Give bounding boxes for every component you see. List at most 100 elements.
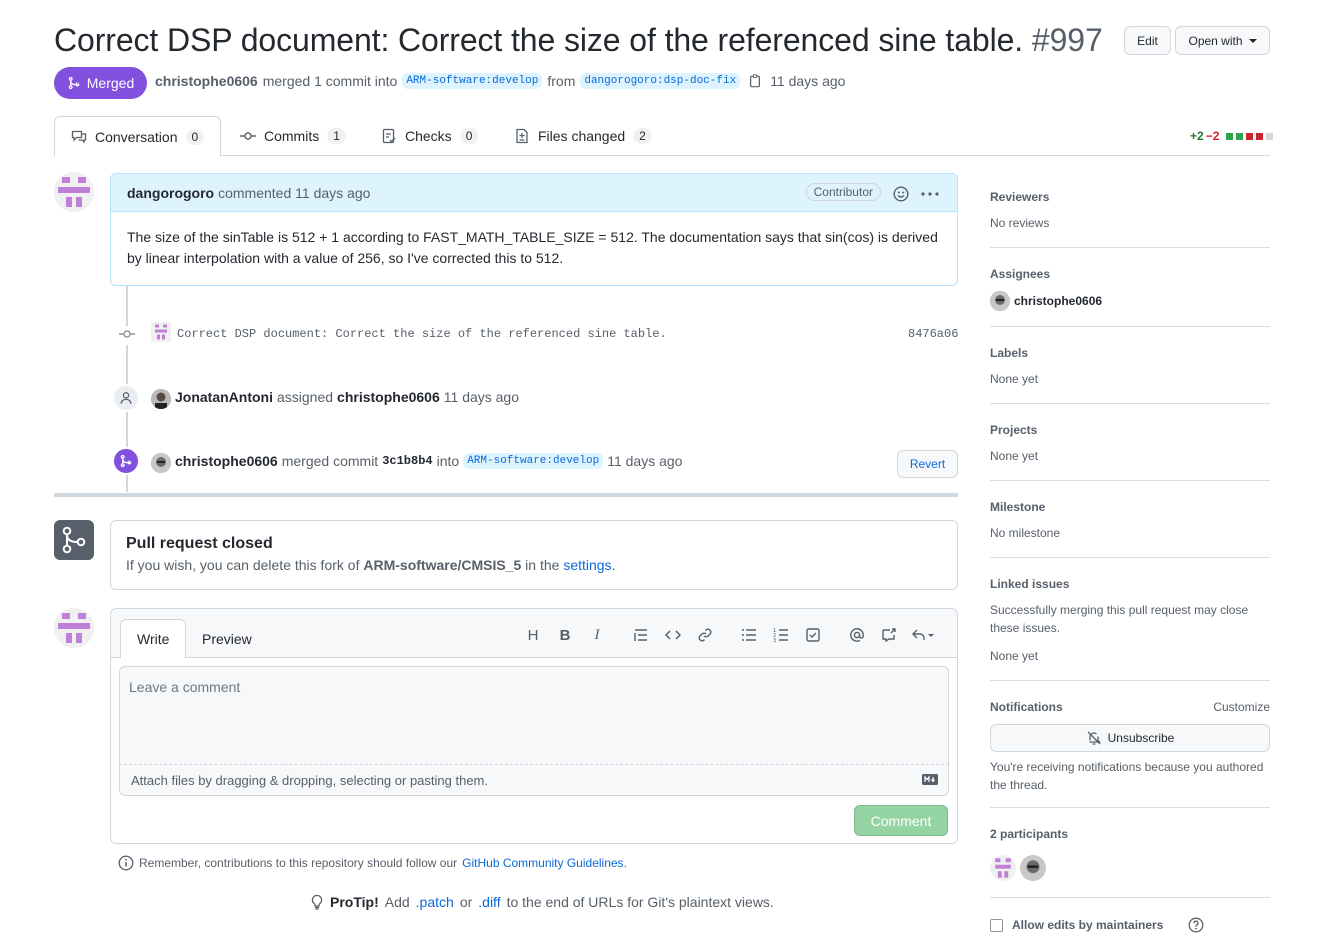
markdown-icon[interactable] <box>922 774 938 785</box>
quote-icon[interactable] <box>625 623 657 647</box>
revert-button[interactable]: Revert <box>897 450 958 478</box>
diffstat-block <box>1266 132 1274 140</box>
allow-edits-checkbox[interactable] <box>990 918 1003 932</box>
comment-header: dangorogoro commented 11 days ago Contri… <box>111 174 957 212</box>
diffstat: +2 −2 <box>1190 129 1274 143</box>
comment-textarea[interactable]: Leave a comment <box>119 666 949 765</box>
labels-value: None yet <box>990 372 1039 386</box>
diff-link[interactable]: .diff <box>478 894 500 910</box>
unordered-list-icon[interactable] <box>733 623 765 647</box>
head-branch[interactable]: dangorogoro:dsp-doc-fix <box>580 73 741 89</box>
edit-button[interactable]: Edit <box>1124 26 1171 55</box>
avatar-dangorogoro[interactable] <box>54 172 94 212</box>
sidebar-milestone[interactable]: Milestone No milestone <box>990 500 1270 542</box>
protip: ProTip! Add .patch or .diff to the end o… <box>310 894 774 910</box>
projects-value: None yet <box>990 449 1039 463</box>
labels-heading: Labels <box>990 346 1029 360</box>
task-list-icon[interactable] <box>797 623 829 647</box>
kebab-horizontal-icon[interactable] <box>921 192 939 196</box>
merge-verb: merged commit <box>281 453 379 469</box>
diffstat-block <box>1256 132 1264 140</box>
sidebar-projects[interactable]: Projects None yet <box>990 423 1270 465</box>
merge-actor[interactable]: christophe0606 <box>175 453 278 469</box>
merge-branch[interactable]: ARM-software:develop <box>463 453 604 469</box>
chevron-down-icon <box>1248 38 1257 43</box>
open-with-button[interactable]: Open with <box>1175 26 1270 55</box>
linked-value: Successfully merging this pull request m… <box>990 603 1249 635</box>
customize-link[interactable]: Customize <box>1213 700 1270 714</box>
allow-edits-label: Allow edits by maintainers <box>1012 918 1164 932</box>
sidebar-labels[interactable]: Labels None yet <box>990 346 1270 388</box>
base-branch[interactable]: ARM-software:develop <box>402 73 543 89</box>
allow-edits[interactable]: Allow edits by maintainers <box>990 917 1204 933</box>
sidebar-assignees[interactable]: Assignees christophe0606 <box>990 267 1270 311</box>
contributor-label: Contributor <box>805 183 881 201</box>
mention-icon[interactable] <box>841 623 873 647</box>
avatar-jonatanantoni[interactable] <box>151 389 171 409</box>
merge-time[interactable]: 11 days ago <box>607 453 682 469</box>
tab-conversation[interactable]: Conversation 0 <box>54 116 222 157</box>
closed-text-after: . <box>611 557 616 573</box>
assign-target[interactable]: christophe0606 <box>337 389 440 405</box>
unsubscribe-button[interactable]: Unsubscribe <box>990 724 1270 752</box>
author-link[interactable]: christophe0606 <box>155 73 258 89</box>
tab-preview[interactable]: Preview <box>186 619 268 659</box>
attach-files-bar[interactable]: Attach files by dragging & dropping, sel… <box>119 765 949 796</box>
comment-author[interactable]: dangorogoro <box>127 185 214 201</box>
assign-actor[interactable]: JonatanAntoni <box>175 389 273 405</box>
tab-files-changed[interactable]: Files changed 2 <box>498 116 668 156</box>
commit-sha[interactable]: 8476a06 <box>908 327 958 341</box>
avatar-current-user[interactable] <box>54 608 94 648</box>
protip-t3: to the end of URLs for Git's plaintext v… <box>506 894 774 910</box>
git-merge-icon <box>54 520 94 560</box>
saved-reply-icon[interactable] <box>905 623 941 647</box>
pr-meta: christophe0606 merged 1 commit into ARM-… <box>155 73 845 89</box>
milestone-heading: Milestone <box>990 500 1046 514</box>
tab-commits[interactable]: Commits 1 <box>224 116 362 156</box>
link-icon[interactable] <box>689 623 721 647</box>
timeline-end-divider <box>54 493 958 497</box>
participant-avatar[interactable] <box>1020 855 1046 881</box>
avatar-christophe0606[interactable] <box>151 453 171 473</box>
reviewers-heading: Reviewers <box>990 190 1050 204</box>
comment-form: Write Preview H B I 123 Leave a comment … <box>110 608 958 844</box>
cross-reference-icon[interactable] <box>873 623 905 647</box>
tab-checks[interactable]: Checks 0 <box>365 116 494 156</box>
merge-icon <box>68 76 80 90</box>
comment-action[interactable]: commented 11 days ago <box>218 185 370 201</box>
comment-button[interactable]: Comment <box>854 805 948 836</box>
comment-body: The size of the sinTable is 512 + 1 acco… <box>127 229 938 266</box>
attach-files-text: Attach files by dragging & dropping, sel… <box>131 772 488 788</box>
copy-icon[interactable] <box>748 74 762 88</box>
sidebar-linked-issues[interactable]: Linked issues Successfully merging this … <box>990 577 1270 665</box>
commit-message[interactable]: Correct DSP document: Correct the size o… <box>177 327 667 341</box>
assignee-item[interactable]: christophe0606 <box>990 291 1270 311</box>
code-icon[interactable] <box>657 623 689 647</box>
merge-sha[interactable]: 3c1b8b4 <box>382 454 432 468</box>
pr-tabs: Conversation 0 Commits 1 Checks 0 Files … <box>54 116 1270 157</box>
markdown-toolbar: H B I 123 <box>517 623 941 647</box>
page-title: Correct DSP document: Correct the size o… <box>54 22 1103 59</box>
pr-closed-text: If you wish, you can delete this fork of… <box>126 557 942 573</box>
open-with-label: Open with <box>1188 33 1243 48</box>
diffstat-block <box>1246 132 1254 140</box>
diffstat-deletions: −2 <box>1205 129 1220 143</box>
community-guidelines-link[interactable]: GitHub Community Guidelines <box>462 856 623 870</box>
sidebar-reviewers[interactable]: Reviewers No reviews <box>990 190 1270 232</box>
patch-link[interactable]: .patch <box>416 894 454 910</box>
question-icon[interactable] <box>1188 917 1204 933</box>
settings-link[interactable]: settings <box>563 557 611 573</box>
smiley-icon[interactable] <box>893 186 909 202</box>
italic-icon[interactable]: I <box>581 623 613 647</box>
bold-icon[interactable]: B <box>549 623 581 647</box>
avatar-dangorogoro-small[interactable] <box>151 322 171 342</box>
tab-files-label: Files changed <box>538 128 626 144</box>
heading-icon[interactable]: H <box>517 623 549 647</box>
assignee-name[interactable]: christophe0606 <box>1014 294 1102 308</box>
projects-heading: Projects <box>990 423 1038 437</box>
participant-avatar[interactable] <box>990 855 1016 881</box>
ordered-list-icon[interactable]: 123 <box>765 623 797 647</box>
diffstat-block <box>1236 132 1244 140</box>
tab-write[interactable]: Write <box>120 619 187 659</box>
assign-time[interactable]: 11 days ago <box>444 389 519 405</box>
